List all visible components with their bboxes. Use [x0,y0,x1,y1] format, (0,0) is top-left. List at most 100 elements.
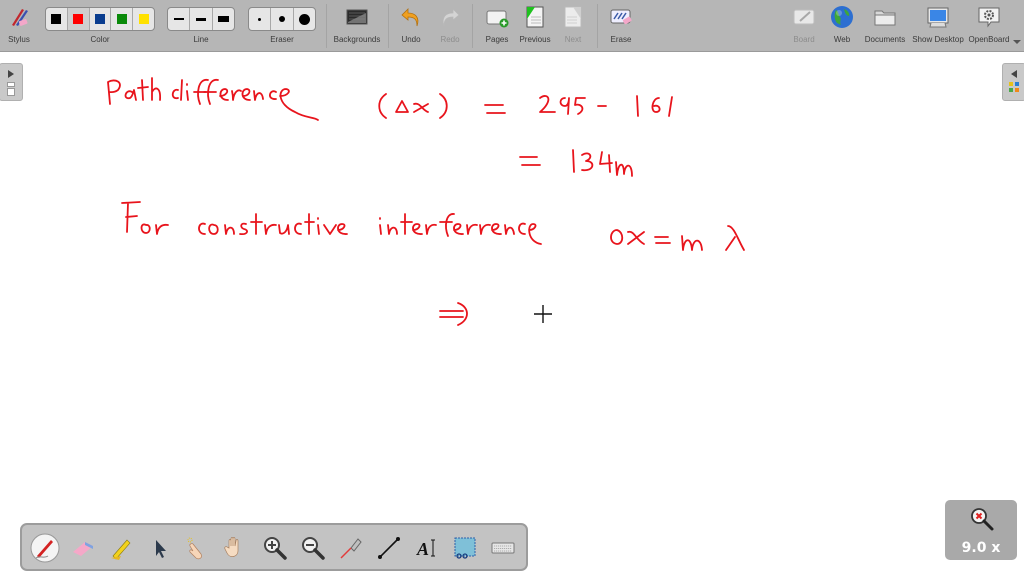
previous-page-button[interactable]: Previous [517,0,553,51]
erase-label: Erase [610,35,632,44]
color-red[interactable] [67,8,90,30]
previous-label: Previous [519,35,551,44]
board-mode-button[interactable]: Board [788,0,820,51]
zoom-level: 9.0 x [961,540,1001,556]
eraser-small[interactable] [249,8,272,30]
selector-tool[interactable] [144,533,174,563]
zoom-out-icon [302,537,325,560]
separator [472,4,473,48]
desktop-icon [927,7,949,28]
virtual-keyboard-tool[interactable] [488,533,518,563]
backgrounds-icon [346,9,368,25]
text-icon: A [416,539,435,559]
arrow-cursor-icon [156,540,166,558]
eraser-group: Eraser [248,0,316,51]
web-label: Web [833,35,851,44]
pointing-hand-icon [187,537,202,560]
separator [597,4,598,48]
ink-result [519,149,633,177]
backgrounds-label: Backgrounds [333,35,381,44]
line-label: Line [193,35,209,44]
stylus-button[interactable]: Stylus [0,0,38,51]
zoom-reset-icon [971,508,994,531]
documents-mode-button[interactable]: Documents [862,0,908,51]
stylus-palette: A [20,523,528,571]
ink-constructive-condition [610,225,745,251]
capture-icon [454,537,476,559]
capture-tool[interactable] [450,533,480,563]
hand-icon [224,537,239,557]
color-black[interactable] [46,8,68,30]
hand-tool[interactable] [220,533,250,563]
openboard-label: OpenBoard [968,35,1010,44]
pen-tool[interactable] [30,533,60,563]
show-desktop-button[interactable]: Show Desktop [910,0,966,51]
next-page-button[interactable]: Next [558,0,588,51]
globe-icon [831,6,853,28]
line-thin[interactable] [168,8,191,30]
interact-tool[interactable] [182,533,212,563]
laser-pointer-icon [340,538,362,559]
zoom-in-tool[interactable] [260,533,290,563]
undo-button[interactable]: Undo [396,0,426,51]
erase-all-button[interactable]: Erase [604,0,638,51]
line-tool[interactable] [374,533,404,563]
previous-page-icon [526,6,544,28]
separator [388,4,389,48]
board-label: Board [793,35,815,44]
redo-button[interactable]: Redo [435,0,465,51]
show-desktop-label: Show Desktop [912,35,964,44]
line-width-picker [167,7,235,31]
stylus-label: Stylus [8,35,30,44]
eraser-tool[interactable] [68,533,98,563]
next-page-icon [564,6,582,28]
line-icon [378,537,400,559]
undo-label: Undo [401,35,421,44]
pages-button[interactable]: Pages [481,0,513,51]
color-label: Color [90,35,110,44]
color-blue[interactable] [90,8,112,30]
keyboard-icon [491,542,515,554]
text-tool[interactable]: A [412,533,442,563]
highlighter-icon [111,539,131,560]
backgrounds-button[interactable]: Backgrounds [331,0,383,51]
chevron-down-icon[interactable] [1013,40,1021,44]
ink-delta-x-equation [378,93,673,119]
undo-icon [401,8,419,27]
openboard-menu-button[interactable]: OpenBoard [966,0,1012,51]
zoom-indicator[interactable]: 9.0 x [945,500,1017,560]
eraser-icon [73,542,93,556]
eraser-medium[interactable] [271,8,294,30]
erase-all-icon [610,9,632,25]
redo-label: Redo [440,35,460,44]
zoom-out-tool[interactable] [298,533,328,563]
add-page-icon [486,10,509,28]
line-thick[interactable] [213,8,234,30]
main-toolbar: Stylus Color Line Eraser Backgrounds Und… [0,0,1024,52]
folder-icon [874,10,896,26]
marker-tool[interactable] [106,533,136,563]
board-icon [793,9,815,25]
laser-pointer-tool[interactable] [336,533,366,563]
crosshair-cursor [534,305,552,323]
next-label: Next [564,35,582,44]
ink-path-difference [107,77,319,121]
ink-implies-arrow [439,302,468,326]
line-medium[interactable] [190,8,213,30]
separator [326,4,327,48]
eraser-size-picker [248,7,316,31]
web-mode-button[interactable]: Web [827,0,857,51]
color-green[interactable] [111,8,134,30]
ink-constructive-interference [121,201,542,245]
zoom-in-icon [264,537,287,560]
eraser-label: Eraser [270,35,294,44]
line-group: Line [167,0,235,51]
svg-text:A: A [416,539,429,559]
pen-icon [30,533,60,563]
eraser-large[interactable] [294,8,315,30]
color-yellow[interactable] [133,8,154,30]
gear-icon [978,7,1000,28]
stylus-icon [12,9,28,26]
whiteboard-canvas[interactable]: Path difference (Δx) = 295 - 161 [0,52,1024,576]
redo-icon [442,8,460,27]
